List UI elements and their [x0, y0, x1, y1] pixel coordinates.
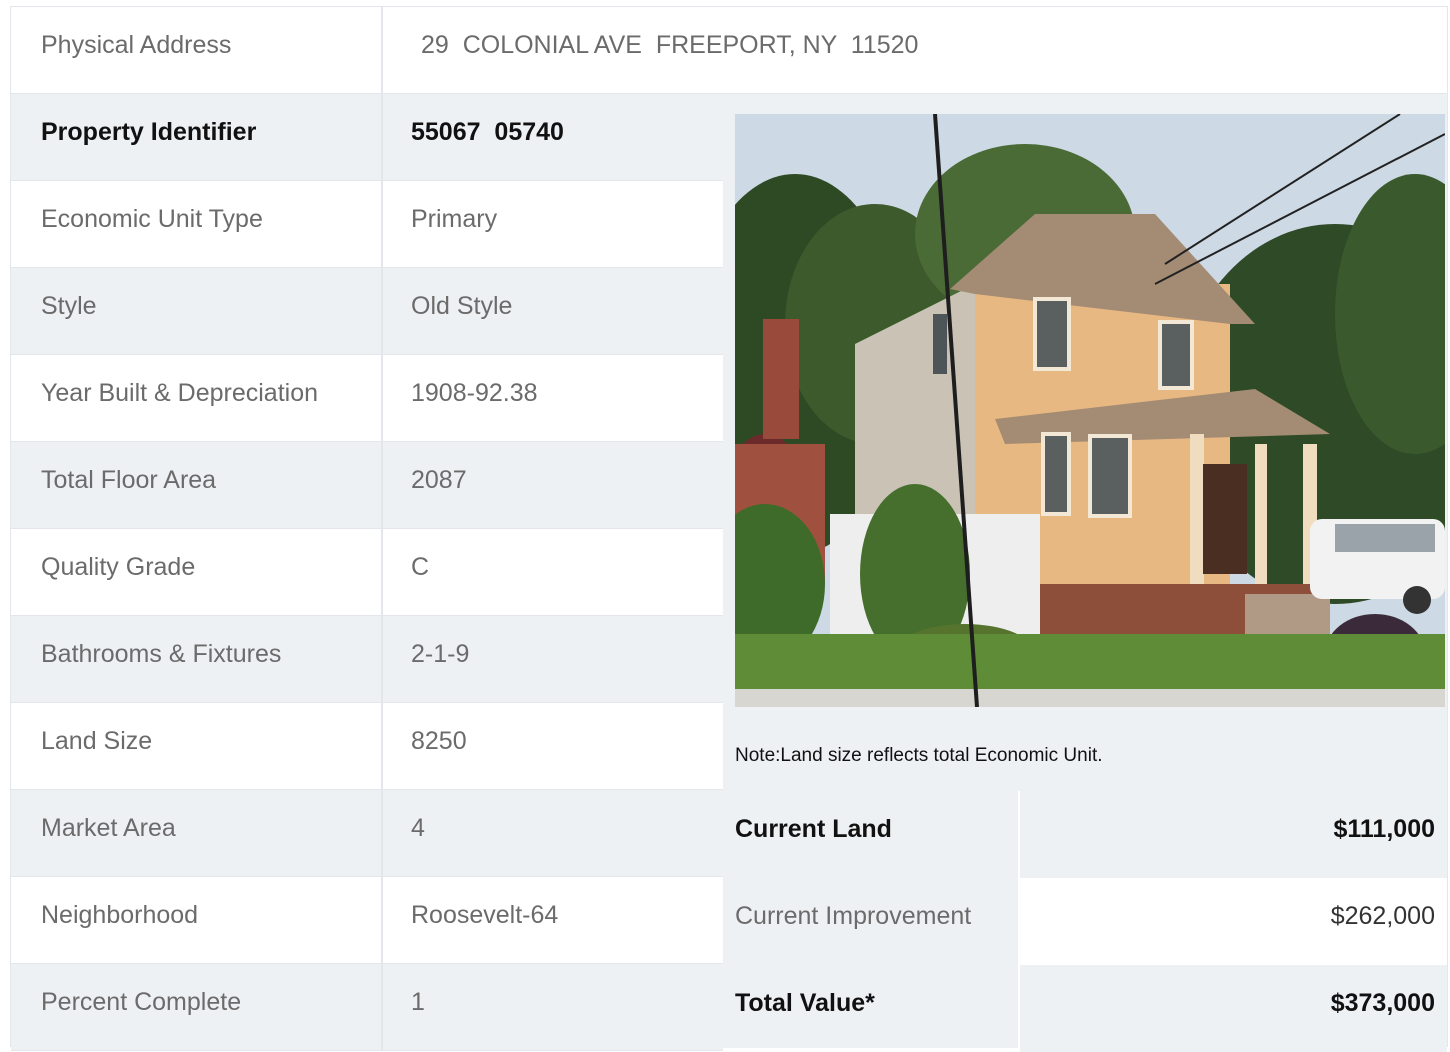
value-cell: $111,000	[1018, 791, 1447, 878]
detail-row-neighborhood: Neighborhood Roosevelt-64	[11, 877, 723, 964]
detail-label: Percent Complete	[41, 988, 242, 1016]
detail-label: Total Floor Area	[41, 466, 217, 494]
value-label: Total Value*	[735, 989, 875, 1017]
detail-value: 8250	[411, 727, 467, 755]
detail-label: Property Identifier	[41, 118, 257, 146]
column-divider	[381, 94, 383, 181]
detail-value: 55067 05740	[411, 118, 564, 146]
value-cell: $373,000	[1018, 965, 1447, 1052]
column-divider	[381, 529, 383, 616]
detail-row-style: Style Old Style	[11, 268, 723, 355]
detail-label: Quality Grade	[41, 553, 196, 581]
value-label: Current Land	[735, 815, 892, 843]
value-row-current-improvement: Current Improvement $262,000	[723, 878, 1447, 965]
detail-value: Roosevelt-64	[411, 901, 559, 929]
value-amount: $111,000	[1333, 815, 1435, 843]
property-photo-and-values: Note:Land size reflects total Economic U…	[723, 94, 1447, 1052]
detail-value: C	[411, 553, 430, 581]
detail-row-market-area: Market Area 4	[11, 790, 723, 877]
detail-row-economic-unit-type: Economic Unit Type Primary	[11, 181, 723, 268]
detail-value: 4	[411, 814, 425, 842]
detail-row-percent-complete: Percent Complete 1	[11, 964, 723, 1051]
detail-value: Old Style	[411, 292, 513, 320]
detail-label: Year Built & Depreciation	[41, 379, 319, 407]
address-label: Physical Address	[41, 31, 232, 59]
detail-label: Bathrooms & Fixtures	[41, 640, 282, 668]
detail-label: Land Size	[41, 727, 153, 755]
value-amount: $262,000	[1330, 902, 1435, 930]
detail-label: Neighborhood	[41, 901, 199, 929]
detail-value: 2087	[411, 466, 467, 494]
detail-row-year-built: Year Built & Depreciation 1908-92.38	[11, 355, 723, 442]
detail-value: Primary	[411, 205, 498, 233]
detail-label: Market Area	[41, 814, 176, 842]
detail-row-land-size: Land Size 8250	[11, 703, 723, 790]
detail-row-quality-grade: Quality Grade C	[11, 529, 723, 616]
value-amount: $373,000	[1330, 989, 1435, 1017]
column-divider	[381, 877, 383, 964]
column-divider	[381, 964, 383, 1051]
column-divider	[381, 790, 383, 877]
column-divider	[381, 442, 383, 529]
detail-label: Style	[41, 292, 97, 320]
value-cell: $262,000	[1018, 878, 1447, 965]
detail-value: 1	[411, 988, 425, 1016]
detail-row-property-identifier: Property Identifier 55067 05740	[11, 94, 723, 181]
value-label: Current Improvement	[735, 902, 972, 930]
property-photo	[735, 114, 1445, 707]
column-divider	[381, 703, 383, 790]
column-divider	[381, 268, 383, 355]
property-details-table: Property Identifier 55067 05740 Economic…	[11, 94, 723, 1051]
property-record-card: Physical Address 29 COLONIAL AVE FREEPOR…	[10, 6, 1448, 1052]
address-row: Physical Address 29 COLONIAL AVE FREEPOR…	[11, 7, 1447, 94]
detail-value: 1908-92.38	[411, 379, 538, 407]
address-value: 29 COLONIAL AVE FREEPORT, NY 11520	[421, 31, 919, 59]
detail-row-total-floor-area: Total Floor Area 2087	[11, 442, 723, 529]
column-divider	[381, 7, 383, 94]
column-divider	[381, 355, 383, 442]
value-row-total-value: Total Value* $373,000	[723, 965, 1447, 1052]
column-divider	[381, 181, 383, 268]
column-divider	[381, 616, 383, 703]
detail-value: 2-1-9	[411, 640, 470, 668]
detail-label: Economic Unit Type	[41, 205, 263, 233]
value-row-current-land: Current Land $111,000	[723, 791, 1447, 878]
detail-row-bathrooms: Bathrooms & Fixtures 2-1-9	[11, 616, 723, 703]
land-size-note: Note:Land size reflects total Economic U…	[735, 745, 1103, 766]
